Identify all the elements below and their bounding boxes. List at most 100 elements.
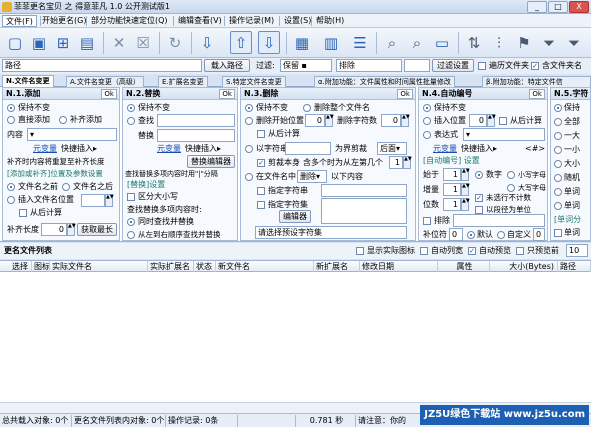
exclude-input[interactable] xyxy=(453,214,545,227)
filter-alt-icon[interactable]: ⏷ xyxy=(563,31,585,54)
delete-char-input[interactable] xyxy=(285,142,331,155)
char-opt-radio[interactable] xyxy=(554,174,562,182)
specified-char-input[interactable] xyxy=(321,184,407,197)
delete-mode-select[interactable]: 删除▾ xyxy=(297,170,327,183)
col-size[interactable]: 大小(Bytes) xyxy=(490,261,558,272)
window-icon[interactable]: ▭ xyxy=(431,31,453,54)
replace-sync-radio[interactable] xyxy=(127,218,135,226)
add-direct-radio[interactable] xyxy=(7,116,15,124)
delete-all-radio[interactable] xyxy=(303,104,311,112)
char-opt-radio[interactable] xyxy=(554,160,562,168)
col-actual-name[interactable]: 实际文件名 xyxy=(50,261,148,272)
delete-times-input[interactable]: 1 xyxy=(389,156,403,169)
delete-icon[interactable]: ✕ xyxy=(108,31,130,54)
col-attributes[interactable]: 属性 xyxy=(438,261,490,272)
close-button[interactable]: X xyxy=(569,1,589,13)
menu-history[interactable]: 操作记录(M) xyxy=(226,15,277,27)
show-icon-checkbox[interactable] xyxy=(356,247,364,255)
preset-charset-select[interactable]: 请选择预设字符集 xyxy=(255,226,407,239)
delete-times-spinner[interactable]: ▲▼ xyxy=(403,156,412,169)
char-opt-radio[interactable] xyxy=(554,104,562,112)
auto-preview-checkbox[interactable]: ✓ xyxy=(468,247,476,255)
replace-find-input[interactable] xyxy=(157,114,235,127)
preview-only-checkbox[interactable] xyxy=(516,247,524,255)
num-step-input[interactable]: 1 xyxy=(443,183,461,196)
delete-pos-radio[interactable] xyxy=(245,117,253,125)
col-path[interactable]: 路径 xyxy=(558,261,591,272)
tab-filename-advanced[interactable]: A.文件名变更（高级） xyxy=(66,76,144,87)
replace-seq-radio[interactable] xyxy=(127,231,135,239)
delete-char-radio[interactable] xyxy=(245,145,253,153)
traverse-folder-checkbox[interactable] xyxy=(478,62,486,70)
replace-keep-radio[interactable] xyxy=(127,104,135,112)
num-insert-spinner[interactable]: ▲▼ xyxy=(487,114,496,127)
num-fill-input[interactable]: 0 xyxy=(449,228,463,241)
col-new-name[interactable]: 新文件名 xyxy=(216,261,314,272)
replace-var-link[interactable]: 元变量 xyxy=(157,144,181,154)
add-after-radio[interactable] xyxy=(62,183,70,191)
col-actual-ext[interactable]: 实际扩展名 xyxy=(148,261,194,272)
col-modified[interactable]: 修改日期 xyxy=(360,261,438,272)
num-expr-radio[interactable] xyxy=(423,131,431,139)
tab-specific-filename[interactable]: S.特定文件名变更 xyxy=(222,76,286,87)
add-insert-radio[interactable] xyxy=(7,196,15,204)
add-fill-radio[interactable] xyxy=(59,116,67,124)
num-step-spinner[interactable]: ▲▼ xyxy=(461,183,470,196)
minimize-button[interactable]: _ xyxy=(527,1,547,13)
num-quick-insert[interactable]: 快捷插入▸ xyxy=(461,144,497,154)
up-icon[interactable]: ⇧ xyxy=(230,31,252,54)
filter-icon[interactable]: ⏷ xyxy=(538,31,560,54)
num-start-spinner[interactable]: ▲▼ xyxy=(461,168,470,181)
num-var-link[interactable]: 元变量 xyxy=(433,144,457,154)
num-lower-radio[interactable] xyxy=(507,171,515,179)
add-insert-pos-input[interactable] xyxy=(81,194,105,207)
include-folder-name-checkbox[interactable]: ✓ xyxy=(531,62,539,70)
preview-count-input[interactable]: 10 xyxy=(566,244,588,257)
down-icon[interactable]: ⇩ xyxy=(258,31,280,54)
num-expr-input[interactable]: ▾ xyxy=(463,128,545,141)
skip-unselected-checkbox[interactable]: ✓ xyxy=(475,194,483,202)
refresh-icon[interactable]: ↻ xyxy=(164,31,186,54)
clear-icon[interactable]: ☒ xyxy=(132,31,154,54)
add-insert-spinner[interactable]: ▲▼ xyxy=(105,194,114,207)
char-opt-radio[interactable] xyxy=(554,188,562,196)
tab-attr-time[interactable]: α.附加功能：文件属性和时间属性批量修改 xyxy=(314,76,455,87)
get-longest-button[interactable]: 获取最长 xyxy=(77,223,117,236)
num-start-input[interactable]: 1 xyxy=(443,168,461,181)
path-input[interactable]: 路径 xyxy=(2,59,202,72)
num-digits-spinner[interactable]: ▲▼ xyxy=(461,198,470,211)
col-status[interactable]: 状态 xyxy=(194,261,216,272)
specified-set-checkbox[interactable] xyxy=(257,201,265,209)
num-insert-radio[interactable] xyxy=(423,117,431,125)
menu-edit-view[interactable]: 编辑查看(V) xyxy=(175,15,225,27)
filter-exclude-select[interactable]: 排除 xyxy=(336,59,402,72)
num-insert-input[interactable]: 0 xyxy=(469,114,487,127)
menu-file[interactable]: 文件(F) xyxy=(2,15,37,27)
add-from-right-checkbox[interactable] xyxy=(19,209,27,217)
filter-settings-button[interactable]: 过滤设置 xyxy=(432,59,474,72)
add-content-input[interactable]: ▾ xyxy=(27,128,117,141)
add-var-link[interactable]: 元变量 xyxy=(33,144,57,154)
num-digits-input[interactable]: 1 xyxy=(443,198,461,211)
auto-width-checkbox[interactable] xyxy=(420,247,428,255)
new-icon[interactable]: ▢ xyxy=(4,31,26,54)
add-file-icon[interactable]: ⊞ xyxy=(52,31,74,54)
col-select[interactable]: 选择 xyxy=(10,261,32,272)
num-custom-radio[interactable] xyxy=(497,231,505,239)
group-replace-ok[interactable]: Ok xyxy=(219,89,235,99)
exclude-checkbox[interactable] xyxy=(423,217,431,225)
group-numbering-ok[interactable]: Ok xyxy=(529,89,545,99)
char-word-checkbox[interactable] xyxy=(554,229,562,237)
menu-quick-locate[interactable]: 部分功能快速定位(Q) xyxy=(88,15,171,27)
delete-in-name-radio[interactable] xyxy=(245,173,253,181)
load-path-button[interactable]: 载入路径 xyxy=(204,59,250,72)
filter-keep-select[interactable]: 保留 ▪ xyxy=(280,59,332,72)
char-opt-radio[interactable] xyxy=(554,118,562,126)
fill-length-input[interactable]: 0 xyxy=(41,223,67,236)
save-icon[interactable]: ▤ xyxy=(76,31,98,54)
delete-count-input[interactable]: 0 xyxy=(381,114,401,127)
add-quick-insert[interactable]: 快捷插入▸ xyxy=(61,144,97,154)
case-sensitive-checkbox[interactable] xyxy=(127,193,135,201)
add-folder-icon[interactable]: ▣ xyxy=(28,31,50,54)
tab-extension[interactable]: E.扩展名变更 xyxy=(158,76,208,87)
